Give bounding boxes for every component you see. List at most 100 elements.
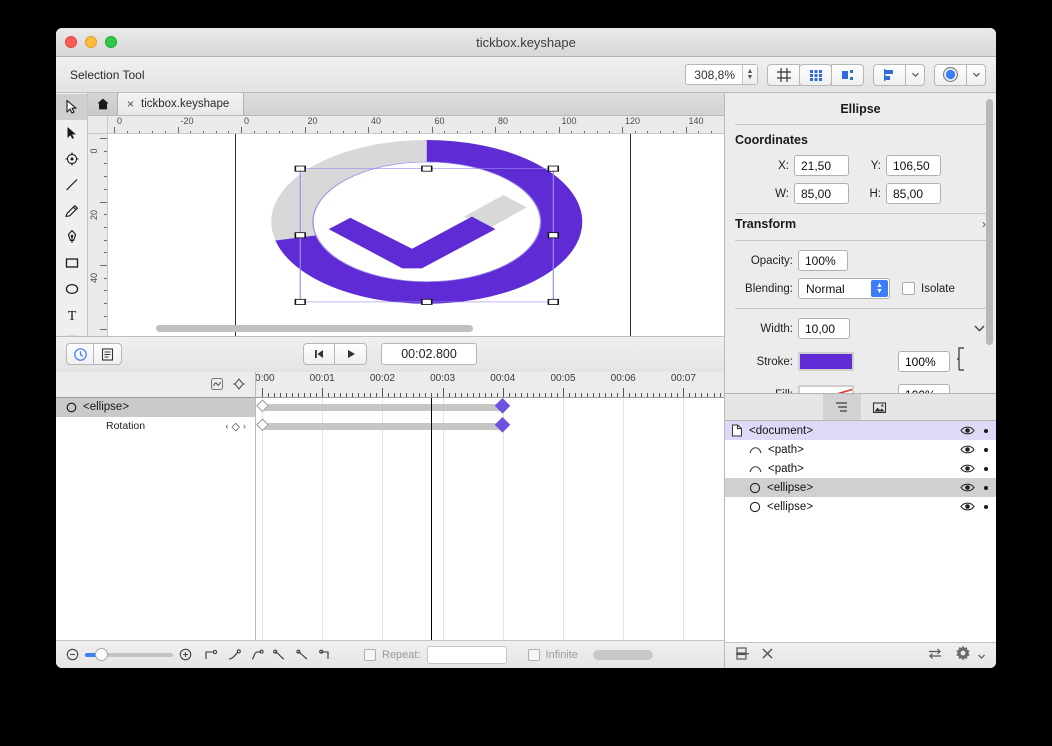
prev-keyframe-icon[interactable]: ‹ bbox=[226, 421, 229, 431]
repeat-count-input[interactable] bbox=[427, 646, 507, 664]
layer-visibility-group[interactable] bbox=[960, 425, 996, 436]
document-tab[interactable]: × tickbox.keyshape bbox=[118, 93, 244, 115]
zoom-window-button[interactable] bbox=[105, 36, 117, 48]
play-button[interactable] bbox=[335, 343, 367, 365]
pixel-grid-button[interactable] bbox=[799, 64, 832, 86]
selection-tool[interactable] bbox=[56, 94, 87, 120]
vertical-ruler[interactable]: 020406080100120 bbox=[88, 134, 108, 336]
isolate-checkbox[interactable] bbox=[902, 282, 915, 295]
infinite-checkbox[interactable] bbox=[528, 649, 540, 661]
checkmark-circle-artwork[interactable] bbox=[108, 134, 724, 336]
canvas-horizontal-scrollbar[interactable] bbox=[108, 325, 724, 334]
layer-lock-dot[interactable] bbox=[984, 486, 988, 490]
timeline-grid-line bbox=[503, 398, 504, 641]
align-menu-button[interactable] bbox=[905, 64, 925, 86]
path-icon bbox=[749, 444, 762, 455]
timeline-playhead[interactable] bbox=[431, 398, 432, 641]
delete-layer-button[interactable] bbox=[761, 647, 774, 665]
properties-scrollbar-thumb[interactable] bbox=[986, 99, 993, 345]
close-window-button[interactable] bbox=[65, 36, 77, 48]
ellipse-icon bbox=[64, 281, 80, 297]
stroke-chevron-down-icon[interactable] bbox=[973, 322, 986, 336]
tab-close-icon[interactable]: × bbox=[127, 98, 134, 110]
timeline-scrollbar-thumb[interactable] bbox=[593, 650, 653, 660]
y-input[interactable]: 106,50 bbox=[886, 155, 941, 176]
layer-row-ellipse-1[interactable]: <ellipse> bbox=[725, 478, 996, 497]
layer-lock-dot[interactable] bbox=[984, 429, 988, 433]
layer-row-path-2[interactable]: <path> bbox=[725, 459, 996, 478]
snap-button[interactable] bbox=[831, 64, 864, 86]
repeat-checkbox[interactable] bbox=[364, 649, 376, 661]
link-opacity-icon[interactable] bbox=[955, 346, 967, 377]
pen-tool[interactable] bbox=[56, 224, 87, 250]
layer-row-path-1[interactable]: <path> bbox=[725, 440, 996, 459]
zoom-slider-track[interactable] bbox=[85, 653, 173, 657]
h-input[interactable]: 85,00 bbox=[886, 183, 941, 204]
timeline-minor-tick bbox=[635, 393, 636, 397]
layer-lock-dot[interactable] bbox=[984, 467, 988, 471]
stroke-width-input[interactable]: 10,00 bbox=[798, 318, 850, 339]
rewind-button[interactable] bbox=[303, 343, 335, 365]
align-button[interactable] bbox=[873, 64, 906, 86]
zoom-level-field[interactable]: 308,8% ▲▼ bbox=[685, 64, 758, 85]
timeline-row-ellipse[interactable]: <ellipse> bbox=[56, 398, 255, 417]
layer-lock-dot[interactable] bbox=[984, 505, 988, 509]
layer-lock-dot[interactable] bbox=[984, 448, 988, 452]
horizontal-ruler[interactable]: 0-2002040608010012014016 bbox=[108, 116, 724, 134]
current-time-field[interactable]: 00:02.800 bbox=[381, 343, 477, 365]
timeline-zoom-slider[interactable] bbox=[66, 648, 192, 661]
stroke-opacity-input[interactable]: 100% bbox=[898, 351, 950, 372]
home-tab[interactable] bbox=[88, 93, 118, 115]
assets-tab[interactable] bbox=[861, 394, 899, 420]
transform-section[interactable]: Transform › bbox=[735, 214, 986, 240]
keyframe-marker-icon[interactable]: ◇ bbox=[232, 420, 240, 433]
preview-button[interactable] bbox=[934, 64, 967, 86]
swap-button[interactable] bbox=[927, 647, 943, 665]
blending-select[interactable]: Normal ▲▼ bbox=[798, 278, 890, 299]
keyframe-marker[interactable] bbox=[495, 398, 511, 414]
w-input[interactable]: 85,00 bbox=[794, 183, 849, 204]
stroke-color-swatch[interactable] bbox=[798, 352, 854, 371]
timeline-ruler[interactable]: 00:0000:0100:0200:0300:0400:0500:0600:07… bbox=[256, 372, 724, 398]
preview-menu-button[interactable] bbox=[966, 64, 986, 86]
layer-visibility-group[interactable] bbox=[960, 482, 996, 493]
timeline-animation-bar[interactable] bbox=[262, 423, 503, 430]
x-input[interactable]: 21,50 bbox=[794, 155, 849, 176]
fill-opacity-input[interactable]: 100% bbox=[898, 384, 950, 393]
transform-tool[interactable] bbox=[56, 146, 87, 172]
pencil-tool[interactable] bbox=[56, 198, 87, 224]
canvas-scroll-thumb[interactable] bbox=[156, 325, 473, 332]
layers-list[interactable]: <document> <path> bbox=[725, 421, 996, 642]
timeline-row-rotation[interactable]: Rotation ‹ ◇ › bbox=[56, 417, 255, 436]
next-keyframe-icon[interactable]: › bbox=[243, 421, 246, 431]
settings-button[interactable] bbox=[955, 645, 986, 666]
layer-visibility-group[interactable] bbox=[960, 444, 996, 455]
grid-toggle-button[interactable] bbox=[767, 64, 800, 86]
list-mode-button[interactable] bbox=[94, 343, 122, 365]
keyframe-marker[interactable] bbox=[495, 417, 511, 433]
minimize-window-button[interactable] bbox=[85, 36, 97, 48]
layers-tab[interactable] bbox=[823, 394, 861, 420]
timeline-animation-bar[interactable] bbox=[262, 404, 503, 411]
blending-chevron-icon[interactable]: ▲▼ bbox=[871, 280, 888, 297]
layer-row-document[interactable]: <document> bbox=[725, 421, 996, 440]
timeline-track-area[interactable] bbox=[256, 398, 724, 641]
direct-selection-tool[interactable] bbox=[56, 120, 87, 146]
zoom-stepper[interactable]: ▲▼ bbox=[742, 65, 757, 84]
timeline-mode-button[interactable] bbox=[66, 343, 94, 365]
opacity-input[interactable]: 100% bbox=[798, 250, 848, 271]
rectangle-tool[interactable] bbox=[56, 250, 87, 276]
canvas-viewport[interactable] bbox=[108, 134, 724, 336]
layer-visibility-group[interactable] bbox=[960, 501, 996, 512]
layer-row-ellipse-2[interactable]: <ellipse> bbox=[725, 497, 996, 516]
layer-visibility-group[interactable] bbox=[960, 463, 996, 474]
blending-value: Normal bbox=[806, 282, 845, 296]
group-button[interactable] bbox=[735, 646, 750, 666]
line-tool[interactable] bbox=[56, 172, 87, 198]
keyframe-nav[interactable]: ‹ ◇ › bbox=[226, 420, 255, 433]
coordinates-section-title: Coordinates bbox=[735, 133, 986, 147]
text-tool[interactable]: T bbox=[56, 302, 87, 328]
ellipse-tool[interactable] bbox=[56, 276, 87, 302]
zoom-slider-knob[interactable] bbox=[95, 648, 108, 661]
fill-color-swatch[interactable] bbox=[798, 385, 854, 393]
